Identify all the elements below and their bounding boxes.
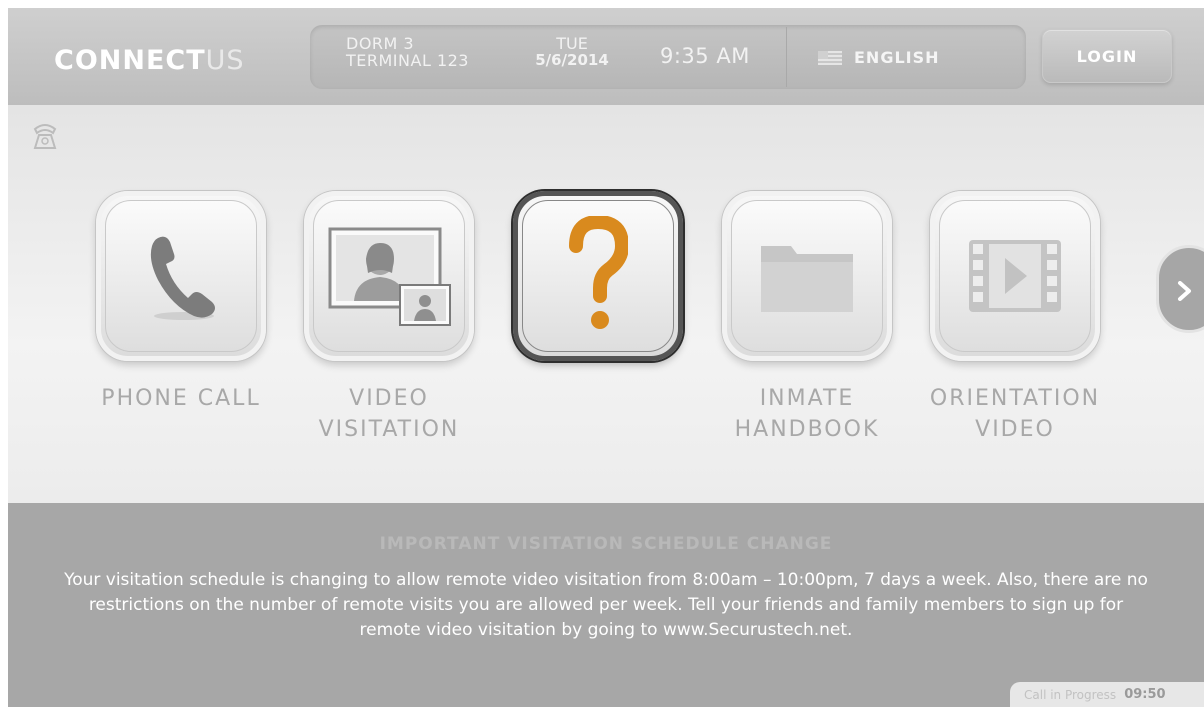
language-selector[interactable]: ENGLISH — [818, 48, 940, 67]
dorm-label: DORM 3 — [346, 34, 415, 53]
language-label: ENGLISH — [854, 48, 940, 67]
orientation-video-label: ORIENTATION VIDEO — [929, 386, 1101, 442]
chevron-right-icon — [1178, 281, 1191, 301]
weekday-label: TUE — [556, 34, 588, 53]
announcement-panel: IMPORTANT VISITATION SCHEDULE CHANGE You… — [8, 503, 1204, 707]
info-divider — [786, 27, 787, 87]
call-timer: 09:50 — [1124, 687, 1166, 702]
orientation-video-tile[interactable] — [930, 191, 1100, 361]
login-button[interactable]: LOGIN — [1042, 29, 1172, 83]
terminal-label: TERMINAL 123 — [346, 51, 469, 70]
call-status-badge: Call in Progress 09:50 — [1010, 682, 1204, 707]
inmate-handbook-tile[interactable] — [722, 191, 892, 361]
folder-icon — [761, 246, 853, 312]
next-page-button[interactable] — [1156, 245, 1204, 333]
phone-call-tile[interactable] — [96, 191, 266, 361]
kiosk-screen: CONNECTUS DORM 3 TERMINAL 123 TUE 5/6/20… — [8, 8, 1204, 707]
clock: 9:35 AM — [660, 44, 750, 68]
announcement-title: IMPORTANT VISITATION SCHEDULE CHANGE — [379, 534, 833, 554]
info-bar: DORM 3 TERMINAL 123 TUE 5/6/2014 9:35 AM… — [310, 25, 1026, 89]
video-visitation-icon — [328, 227, 451, 326]
phone-icon — [150, 236, 215, 320]
header-bar: CONNECTUS DORM 3 TERMINAL 123 TUE 5/6/20… — [8, 8, 1204, 105]
help-tile[interactable] — [513, 191, 683, 361]
date-info: TUE 5/6/2014 — [530, 35, 614, 69]
date-label: 5/6/2014 — [535, 51, 609, 69]
us-flag-icon — [818, 50, 842, 65]
location-info: DORM 3 TERMINAL 123 — [346, 35, 469, 69]
video-visitation-tile[interactable] — [304, 191, 474, 361]
inmate-handbook-label: INMATE HANDBOOK — [734, 386, 880, 442]
announcement-body: Your visitation schedule is changing to … — [64, 570, 1148, 640]
phone-handset-icon — [33, 124, 57, 149]
film-play-icon — [969, 240, 1061, 312]
connectus-logo: CONNECTUS — [54, 45, 245, 76]
question-mark-icon — [569, 216, 628, 329]
phone-call-label: PHONE CALL — [101, 386, 261, 411]
video-visitation-label: VIDEO VISITATION — [318, 386, 460, 442]
main-menu: PHONE CALL VIDEO VISITATION INMATE HANDB… — [8, 105, 1204, 503]
call-status-label: Call in Progress — [1024, 687, 1117, 702]
